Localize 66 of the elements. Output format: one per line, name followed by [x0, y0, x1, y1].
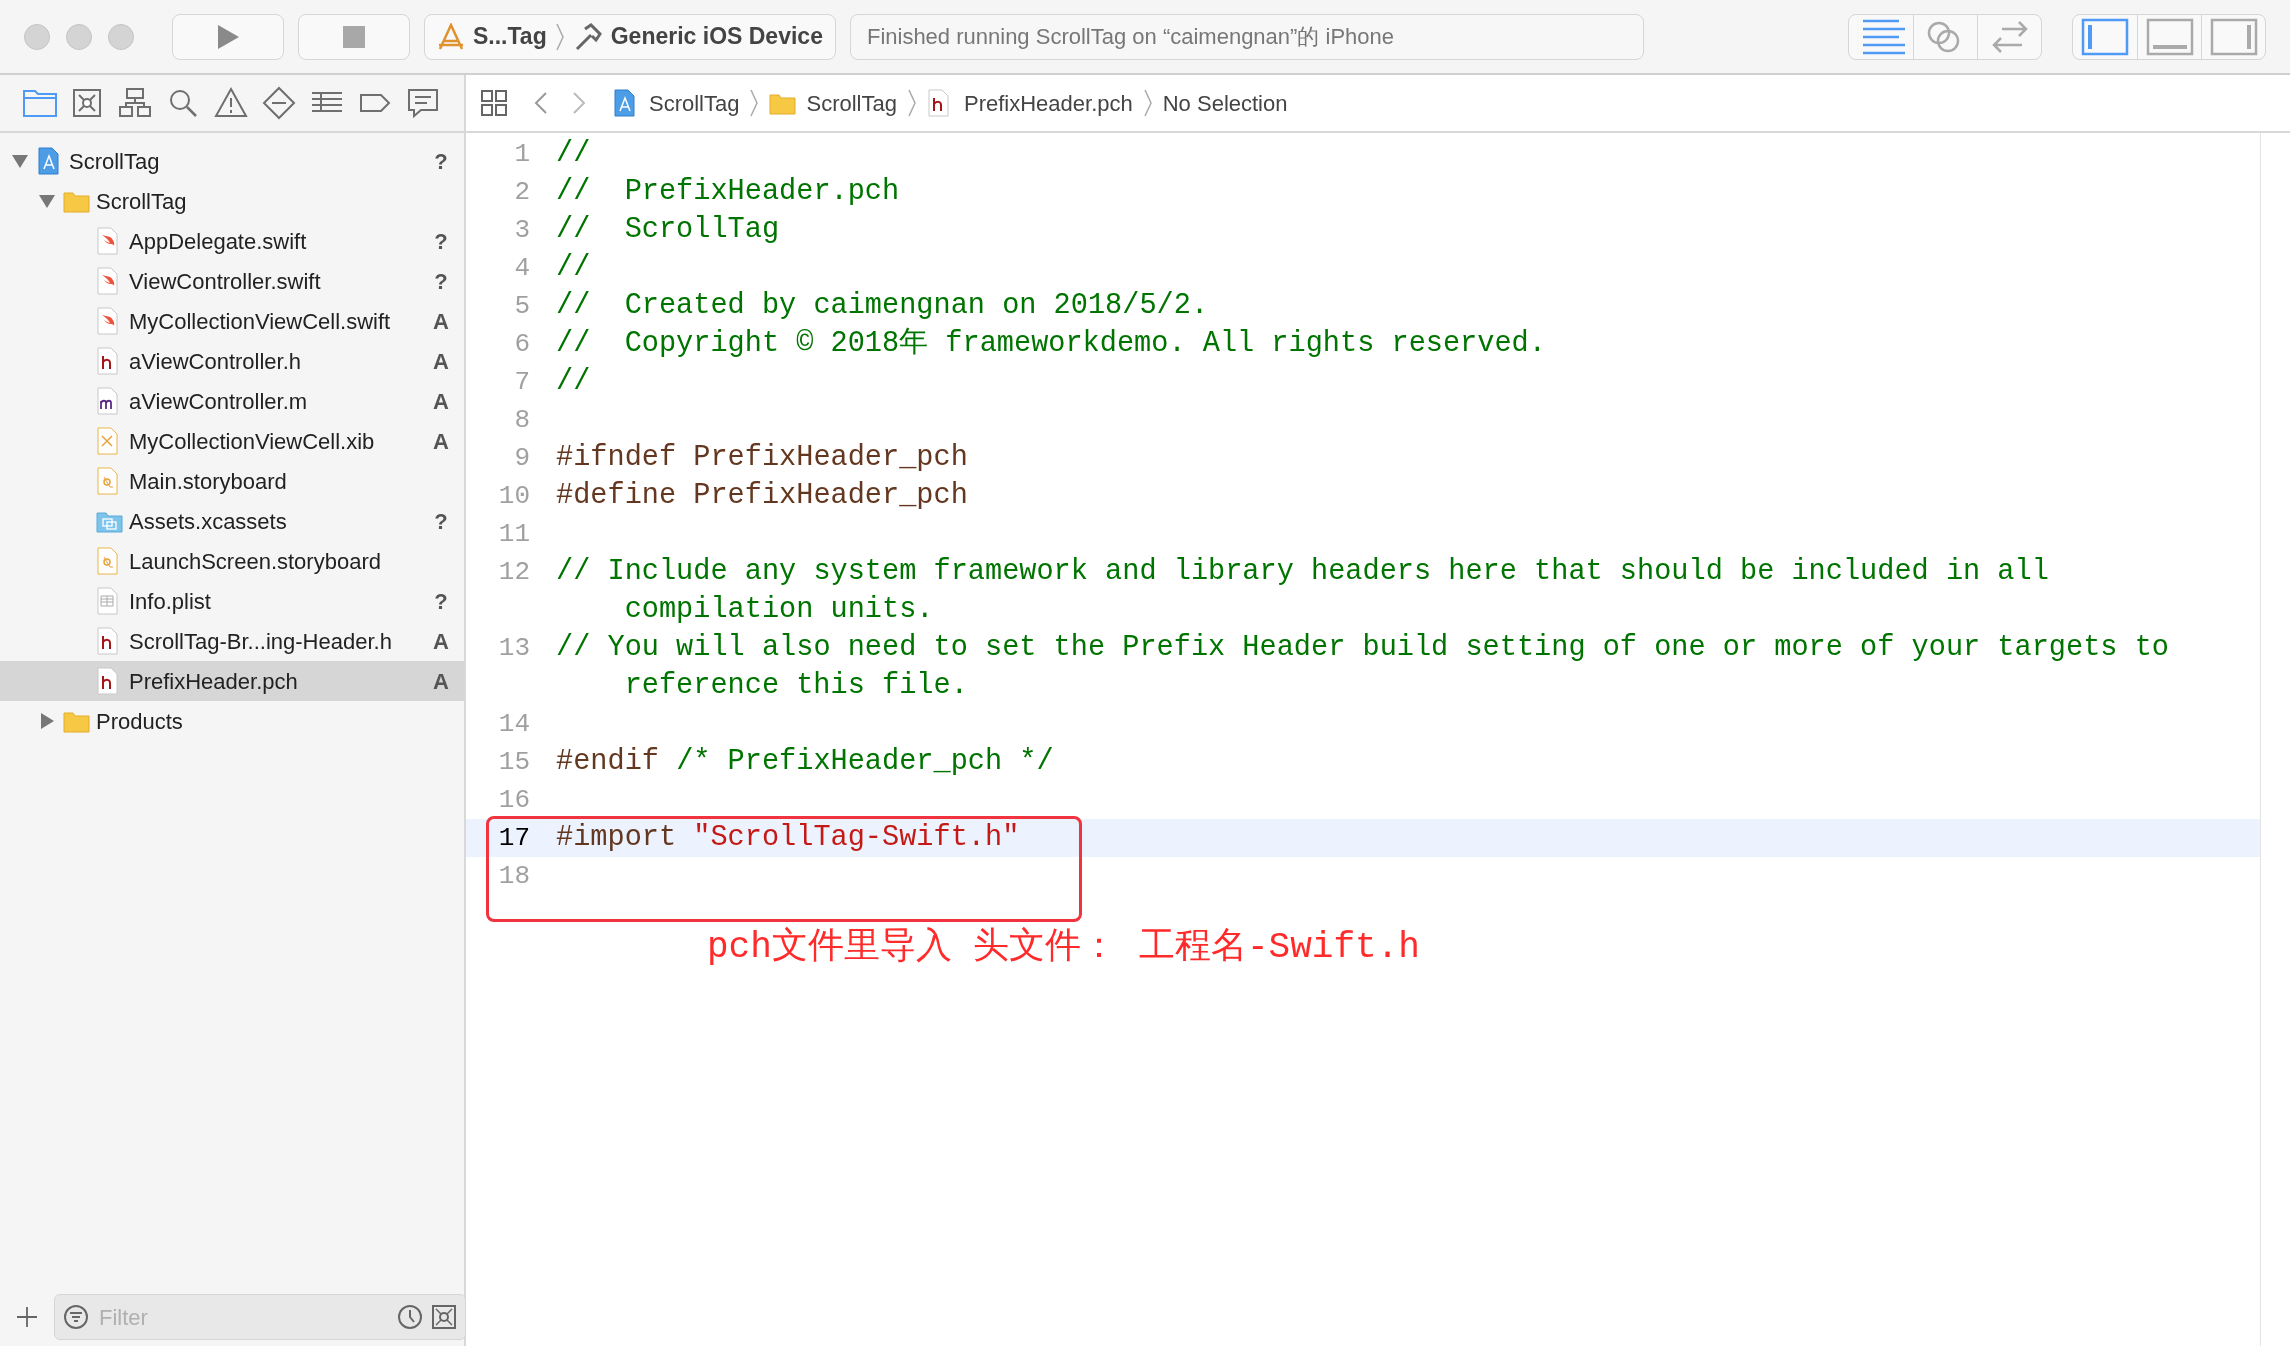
navigator-item[interactable]: ScrollTag: [0, 181, 464, 221]
line-number: 11: [497, 518, 530, 551]
code-line: // ScrollTag: [556, 212, 781, 248]
code-line: //: [556, 364, 592, 400]
code-line: #endif /* PrefixHeader_pch */: [556, 744, 1055, 780]
scm-status: A: [432, 387, 450, 416]
jump-bar-item[interactable]: ScrollTag: [649, 86, 740, 120]
navigator-item[interactable]: Assets.xcassets ?: [0, 501, 464, 541]
line-number: 3: [513, 214, 530, 247]
filter-bar[interactable]: Filter: [54, 1294, 466, 1340]
navigator-item[interactable]: Main.storyboard: [0, 461, 464, 501]
scm-status: A: [432, 667, 450, 696]
code-line: #define PrefixHeader_pch: [556, 478, 969, 514]
line-number: 14: [497, 708, 530, 741]
navigator-item[interactable]: aViewController.m A: [0, 381, 464, 421]
scm-status: ?: [433, 267, 449, 296]
navigator-item[interactable]: AppDelegate.swift ?: [0, 221, 464, 261]
code-line: #import "ScrollTag-Swift.h": [556, 820, 1021, 856]
line-number: 18: [497, 860, 530, 893]
line-number: 5: [513, 290, 530, 323]
line-number: 9: [513, 442, 530, 475]
line-number: 16: [497, 784, 530, 817]
line-number: 12: [497, 556, 530, 589]
code-line: //: [556, 136, 592, 172]
line-number: 6: [513, 328, 530, 361]
jump-bar-label: No Selection: [1162, 89, 1288, 118]
navigator-item[interactable]: PrefixHeader.pch A: [0, 661, 464, 701]
line-number: 4: [513, 252, 530, 285]
line-number: 8: [513, 404, 530, 437]
navigator-item[interactable]: ScrollTag-Br...ing-Header.h A: [0, 621, 464, 661]
annotation-text: pch文件里导入 头文件： 工程名-Swift.h: [707, 926, 1420, 970]
scm-status: ?: [433, 227, 449, 256]
scm-status: A: [432, 627, 450, 656]
navigator-item[interactable]: LaunchScreen.storyboard: [0, 541, 464, 581]
navigator-item[interactable]: ScrollTag ?: [0, 141, 464, 181]
code-line: // Copyright © 2018年 frameworkdemo. All rights reserved.: [556, 326, 1547, 362]
code-line: //: [556, 250, 592, 286]
jump-bar-item[interactable]: PrefixHeader.pch: [963, 86, 1133, 120]
filter-input[interactable]: Filter: [97, 1299, 389, 1335]
navigator-item[interactable]: MyCollectionViewCell.xib A: [0, 421, 464, 461]
navigator-item[interactable]: ViewController.swift ?: [0, 261, 464, 301]
scm-status: A: [432, 307, 450, 336]
scheme-selector[interactable]: S...Tag Generic iOS Device: [424, 13, 836, 60]
scm-status: ?: [433, 147, 449, 176]
code-line: #ifndef PrefixHeader_pch: [556, 440, 969, 476]
line-number: 10: [497, 480, 530, 513]
scm-status: ?: [433, 507, 449, 536]
navigator-item[interactable]: aViewController.h A: [0, 341, 464, 381]
line-number: 13: [497, 632, 530, 665]
line-number: 17: [497, 822, 530, 855]
code-line: // You will also need to set the Prefix Header build setting of one or more of your targets to reference this file.: [556, 630, 2170, 704]
line-number: 15: [497, 746, 530, 779]
jump-bar-item[interactable]: ScrollTag: [806, 86, 897, 120]
scm-status: A: [432, 427, 450, 456]
navigator-item[interactable]: MyCollectionViewCell.swift A: [0, 301, 464, 341]
code-line: // PrefixHeader.pch: [556, 174, 901, 210]
scm-status: ?: [433, 587, 449, 616]
code-line: // Created by caimengnan on 2018/5/2.: [556, 288, 1210, 324]
line-number: 1: [513, 138, 530, 171]
navigator-item[interactable]: Info.plist ?: [0, 581, 464, 621]
navigator-item[interactable]: Products: [0, 701, 464, 741]
activity-status: Finished running ScrollTag on “caimengnan”的 iPhone: [849, 13, 1644, 60]
line-number: 7: [513, 366, 530, 399]
line-number: 2: [513, 176, 530, 209]
code-line: // Include any system framework and library headers here that should be included in all compilation units.: [556, 554, 2050, 628]
scm-status: A: [432, 347, 450, 376]
